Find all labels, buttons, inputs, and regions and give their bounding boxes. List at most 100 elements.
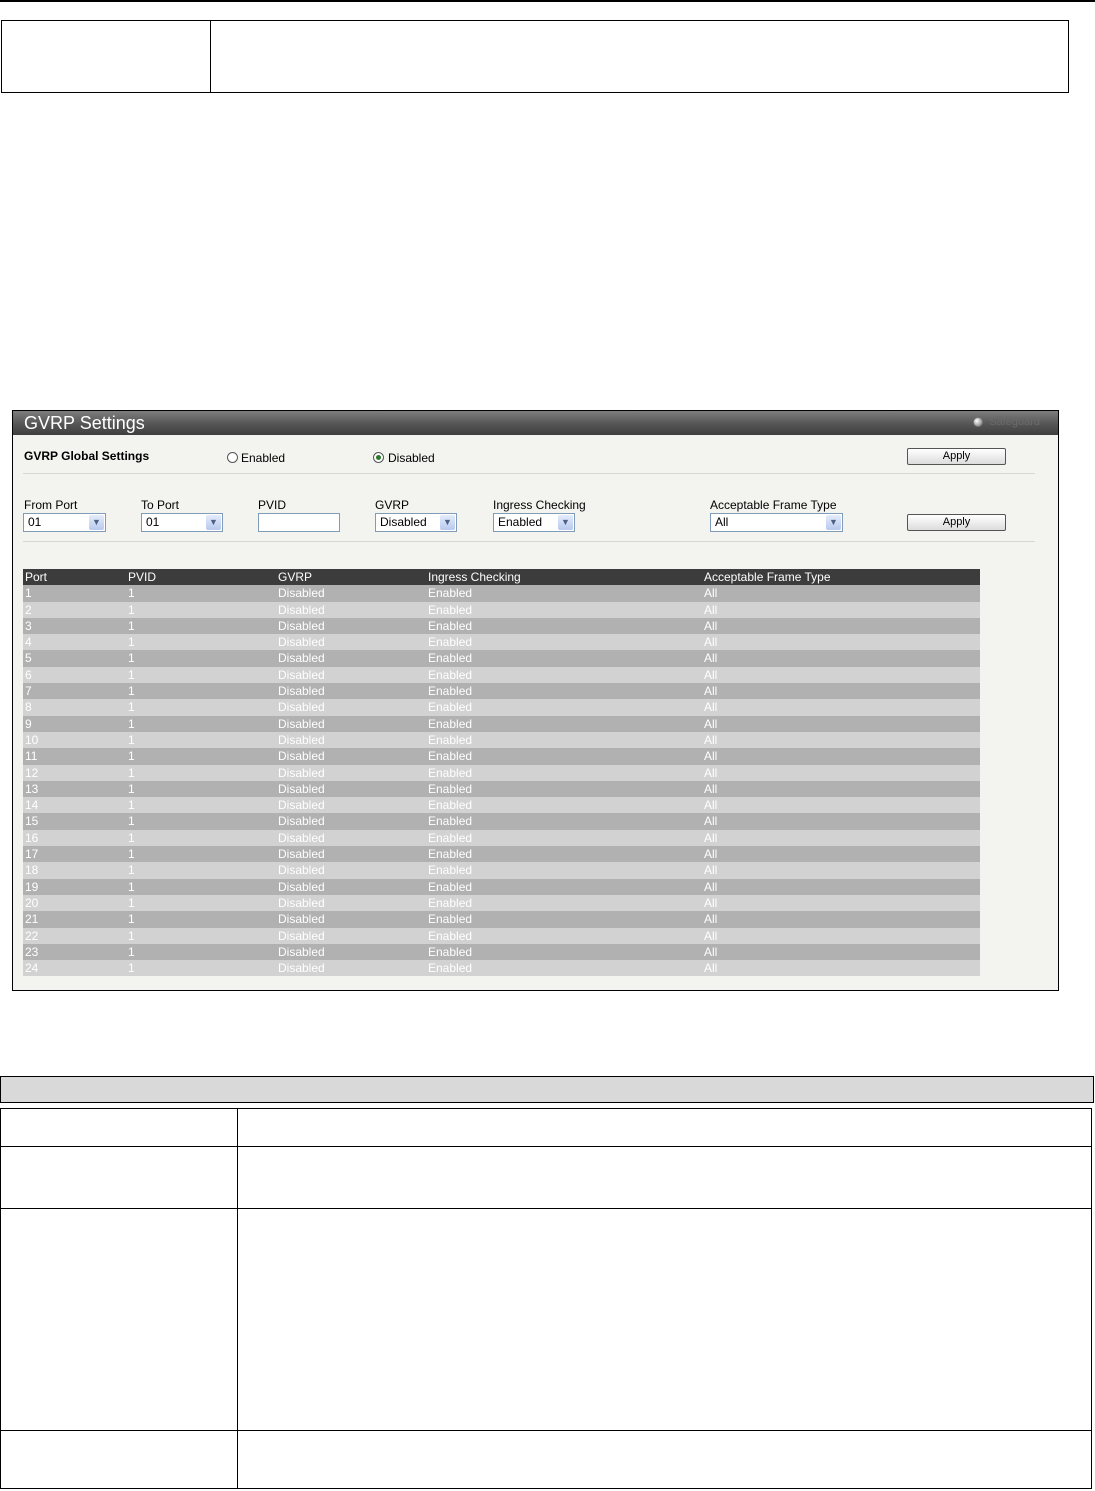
cell-port: 12 — [25, 765, 39, 780]
cell-gvrp: Disabled — [278, 798, 325, 813]
cell-ingress-checking: Enabled — [428, 635, 473, 650]
cell-gvrp: Disabled — [278, 944, 325, 959]
separator-bottom — [23, 541, 1035, 542]
table-row: 17 1 Disabled Enabled All — [23, 846, 980, 863]
from-port-label: From Port — [24, 498, 78, 512]
cell-port: 23 — [25, 944, 39, 959]
from-port-value: 01 — [28, 515, 42, 529]
pvid-input[interactable] — [258, 513, 340, 532]
cell-pvid: 1 — [128, 700, 135, 715]
cell-acceptable-frame-type: All — [704, 781, 718, 796]
cell-port: 19 — [25, 879, 39, 894]
cell-gvrp: Disabled — [278, 879, 325, 894]
cell-ingress-checking: Enabled — [428, 765, 473, 780]
header-acceptable-frame-type: Acceptable Frame Type — [704, 570, 831, 584]
cell-acceptable-frame-type: All — [704, 863, 718, 878]
table-row: 5 1 Disabled Enabled All — [23, 650, 980, 667]
cell-acceptable-frame-type: All — [704, 749, 718, 764]
cell-gvrp: Disabled — [278, 912, 325, 927]
panel-title: GVRP Settings — [24, 413, 145, 433]
from-port-select[interactable]: 01 ▼ — [23, 513, 106, 532]
desc-row-1-left — [0, 1108, 238, 1147]
global-disabled-radio[interactable] — [373, 452, 384, 463]
bottom-description-table — [0, 1108, 1092, 1489]
cell-gvrp: Disabled — [278, 781, 325, 796]
ingress-checking-select[interactable]: Enabled ▼ — [493, 513, 575, 532]
cell-ingress-checking: Enabled — [428, 879, 473, 894]
cell-gvrp: Disabled — [278, 749, 325, 764]
cell-port: 24 — [25, 961, 39, 976]
chevron-down-icon: ▼ — [826, 515, 841, 530]
table-row: 6 1 Disabled Enabled All — [23, 666, 980, 684]
table-row: 3 1 Disabled Enabled All — [23, 617, 980, 635]
cell-acceptable-frame-type: All — [704, 700, 718, 715]
cell-acceptable-frame-type: All — [704, 602, 718, 617]
top-description-table — [1, 20, 1069, 93]
desc-row-4-right — [237, 1430, 1092, 1489]
table-row: 21 1 Disabled Enabled All — [23, 911, 980, 928]
cell-ingress-checking: Enabled — [428, 781, 473, 796]
cell-gvrp: Disabled — [278, 732, 325, 747]
cell-pvid: 1 — [128, 847, 135, 862]
cell-acceptable-frame-type: All — [704, 928, 718, 943]
table-row: 20 1 Disabled Enabled All — [23, 894, 980, 912]
cell-port: 10 — [25, 732, 39, 747]
global-disabled-label: Disabled — [388, 451, 435, 465]
cell-gvrp: Disabled — [278, 667, 325, 682]
safeguard-indicator[interactable]: Safeguard — [973, 416, 1040, 428]
cell-port: 14 — [25, 798, 39, 813]
chevron-down-icon: ▼ — [558, 515, 573, 530]
cell-port: 5 — [25, 651, 32, 666]
cell-port: 17 — [25, 847, 39, 862]
cell-acceptable-frame-type: All — [704, 879, 718, 894]
cell-gvrp: Disabled — [278, 586, 325, 601]
cell-gvrp: Disabled — [278, 684, 325, 699]
gvrp-select[interactable]: Disabled ▼ — [375, 513, 457, 532]
cell-pvid: 1 — [128, 961, 135, 976]
table-row: 10 1 Disabled Enabled All — [23, 731, 980, 749]
cell-pvid: 1 — [128, 716, 135, 731]
table-row: 18 1 Disabled Enabled All — [23, 862, 980, 879]
acceptable-frame-type-select[interactable]: All ▼ — [710, 513, 843, 532]
cell-gvrp: Disabled — [278, 830, 325, 845]
cell-ingress-checking: Enabled — [428, 863, 473, 878]
cell-ingress-checking: Enabled — [428, 716, 473, 731]
cell-port: 11 — [25, 749, 38, 764]
table-row: 19 1 Disabled Enabled All — [23, 878, 980, 895]
cell-gvrp: Disabled — [278, 895, 325, 910]
cell-pvid: 1 — [128, 749, 135, 764]
table-row: 7 1 Disabled Enabled All — [23, 683, 980, 700]
pvid-label: PVID — [258, 498, 287, 512]
cell-port: 4 — [25, 635, 32, 650]
table-row: 22 1 Disabled Enabled All — [23, 927, 980, 944]
cell-gvrp: Disabled — [278, 765, 325, 780]
cell-acceptable-frame-type: All — [704, 651, 718, 666]
cell-port: 1 — [25, 586, 32, 601]
safeguard-icon — [973, 417, 984, 427]
cell-pvid: 1 — [128, 879, 135, 894]
global-apply-button[interactable]: Apply — [907, 448, 1006, 465]
panel-title-bar: GVRP Settings Safeguard — [13, 411, 1058, 435]
cell-gvrp: Disabled — [278, 928, 325, 943]
acceptable-frame-type-label: Acceptable Frame Type — [710, 498, 837, 512]
cell-ingress-checking: Enabled — [428, 847, 473, 862]
acceptable-frame-type-value: All — [715, 515, 729, 529]
safeguard-label: Safeguard — [989, 416, 1040, 428]
to-port-select[interactable]: 01 ▼ — [141, 513, 223, 532]
cell-ingress-checking: Enabled — [428, 912, 473, 927]
global-enabled-radio[interactable] — [227, 452, 238, 463]
port-apply-button[interactable]: Apply — [907, 514, 1006, 531]
cell-port: 6 — [25, 667, 32, 682]
header-port: Port — [25, 570, 48, 584]
desc-row-1-right — [237, 1108, 1092, 1147]
gvrp-settings-panel: GVRP Settings Safeguard GVRP Global Sett… — [12, 410, 1059, 991]
cell-port: 9 — [25, 716, 32, 731]
cell-ingress-checking: Enabled — [428, 651, 473, 666]
header-pvid: PVID — [128, 570, 157, 584]
cell-port: 21 — [25, 912, 39, 927]
port-table: Port PVID GVRP Ingress Checking Acceptab… — [23, 569, 980, 977]
page-top-rule — [0, 0, 1095, 2]
cell-pvid: 1 — [128, 732, 135, 747]
desc-row-2-left — [0, 1146, 238, 1209]
cell-port: 20 — [25, 895, 39, 910]
